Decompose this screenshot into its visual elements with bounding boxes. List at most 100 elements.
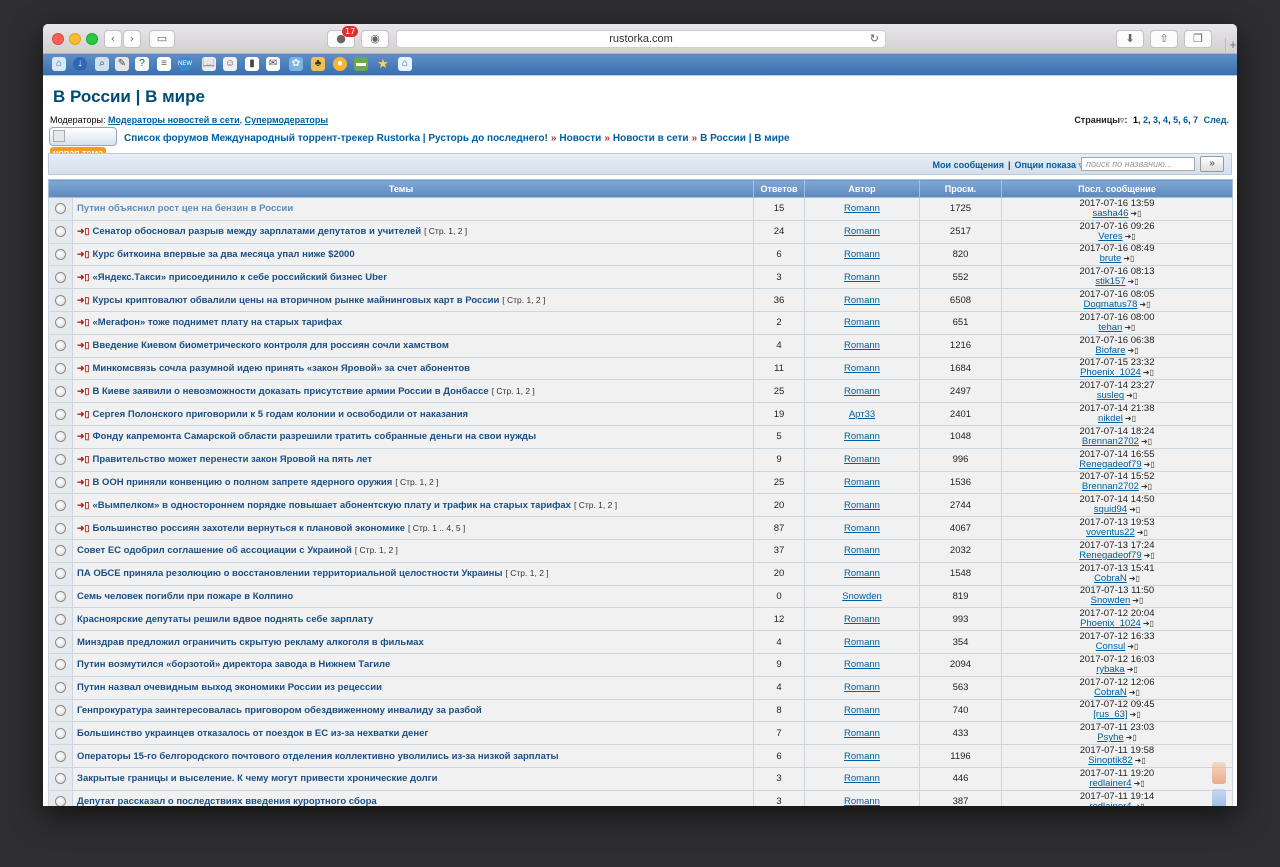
last-post-user-link[interactable]: Sinoptik82 [1088, 755, 1132, 766]
header-views[interactable]: Просм. [919, 179, 1002, 198]
new-post-arrow-icon[interactable]: ➜▯ [77, 386, 90, 396]
author-link[interactable]: Romann [844, 705, 880, 716]
author-link[interactable]: Romann [844, 568, 880, 579]
goto-last-icon[interactable]: ➜▯ [1139, 300, 1150, 309]
page-2[interactable]: 2 [1143, 115, 1148, 125]
last-post-user-link[interactable]: nikdel [1098, 413, 1123, 424]
goto-last-icon[interactable]: ➜▯ [1144, 460, 1155, 469]
breadcrumb-current[interactable]: В России | В мире [700, 133, 789, 144]
author-link[interactable]: Romann [844, 431, 880, 442]
author-link[interactable]: Romann [844, 272, 880, 283]
topic-title-link[interactable]: Большинство украинцев отказалось от поез… [77, 728, 428, 739]
topic-title-link[interactable]: В ООН приняли конвенцию о полном запрете… [93, 477, 393, 488]
pages-dropdown-icon[interactable]: ▿ [1120, 115, 1125, 125]
monitor-icon[interactable]: ▬ [354, 57, 368, 71]
author-link[interactable]: Romann [844, 340, 880, 351]
star-icon[interactable]: ★ [376, 57, 390, 71]
page-5[interactable]: 5 [1173, 115, 1178, 125]
home-icon[interactable]: ⌂ [52, 57, 66, 71]
page-3[interactable]: 3 [1153, 115, 1158, 125]
address-bar[interactable]: rustorka.com ↻ [396, 30, 886, 48]
goto-last-icon[interactable]: ➜▯ [1123, 254, 1134, 263]
topic-title-link[interactable]: В Киеве заявили о невозможности доказать… [93, 386, 489, 397]
scroll-up-icon[interactable] [1212, 762, 1226, 784]
new-tab-icon[interactable]: + [1225, 38, 1237, 52]
goto-last-icon[interactable]: ➜▯ [1143, 368, 1154, 377]
author-link[interactable]: Snowden [842, 591, 882, 602]
my-posts-link[interactable]: Мои сообщения [933, 160, 1004, 170]
topic-pages[interactable]: [ Стр. 1, 2 ] [502, 295, 545, 305]
author-link[interactable]: Romann [844, 682, 880, 693]
group-icon[interactable]: ✿ [289, 57, 303, 71]
last-post-user-link[interactable]: rybaka [1096, 664, 1125, 675]
last-post-user-link[interactable]: Renegadeof79 [1079, 550, 1141, 561]
last-post-user-link[interactable]: Biofare [1095, 345, 1125, 356]
adblock-icon[interactable]: ● 17 [327, 26, 359, 48]
goto-last-icon[interactable]: ➜▯ [1126, 733, 1137, 742]
topic-title-link[interactable]: Большинство россиян захотели вернуться к… [93, 523, 406, 534]
author-link[interactable]: Romann [844, 500, 880, 511]
goto-last-icon[interactable]: ➜▯ [1130, 710, 1141, 719]
last-post-user-link[interactable]: [rus_63] [1093, 709, 1127, 720]
topic-title-link[interactable]: Правительство может перенести закон Яров… [93, 454, 372, 465]
author-link[interactable]: Romann [844, 203, 880, 214]
last-post-user-link[interactable]: Renegadeof79 [1079, 459, 1141, 470]
last-post-user-link[interactable]: Brennan2702 [1082, 481, 1139, 492]
last-post-user-link[interactable]: Phoenix_1024 [1080, 618, 1141, 629]
goto-last-icon[interactable]: ➜▯ [1141, 482, 1152, 491]
header-replies[interactable]: Ответов [753, 179, 805, 198]
topic-pages[interactable]: [ Стр. 1, 2 ] [424, 226, 467, 236]
new-post-arrow-icon[interactable]: ➜▯ [77, 340, 90, 350]
new-post-arrow-icon[interactable]: ➜▯ [77, 523, 90, 533]
new-post-arrow-icon[interactable]: ➜▯ [77, 454, 90, 464]
goto-last-icon[interactable]: ➜▯ [1135, 756, 1146, 765]
topic-title-link[interactable]: Путин объяснил рост цен на бензин в Росс… [77, 203, 293, 214]
goto-last-icon[interactable]: ➜▯ [1125, 232, 1136, 241]
goto-last-icon[interactable]: ➜▯ [1144, 551, 1155, 560]
last-post-user-link[interactable]: CobraN [1094, 687, 1127, 698]
last-post-user-link[interactable]: Dogmatus78 [1084, 299, 1138, 310]
author-link[interactable]: Romann [844, 363, 880, 374]
header-last-post[interactable]: Посл. сообщение [1001, 179, 1233, 198]
last-post-user-link[interactable]: tehan [1099, 322, 1123, 333]
topic-title-link[interactable]: «Мегафон» тоже поднимет плату на старых … [93, 317, 343, 328]
book-icon[interactable]: 📖 [202, 57, 216, 71]
last-post-user-link[interactable]: Veres [1098, 231, 1122, 242]
author-link[interactable]: Romann [844, 796, 880, 806]
goto-last-icon[interactable]: ➜▯ [1141, 437, 1152, 446]
topic-pages[interactable]: [ Стр. 1, 2 ] [574, 500, 617, 510]
next-page-link[interactable]: След. [1204, 115, 1229, 125]
author-link[interactable]: Romann [844, 477, 880, 488]
document-icon[interactable]: ≡ [157, 57, 171, 71]
header-author[interactable]: Автор [804, 179, 920, 198]
new-post-arrow-icon[interactable]: ➜▯ [77, 431, 90, 441]
new-post-arrow-icon[interactable]: ➜▯ [77, 409, 90, 419]
topic-pages[interactable]: [ Стр. 1 .. 4, 5 ] [408, 523, 465, 533]
new-post-arrow-icon[interactable]: ➜▯ [77, 477, 90, 487]
author-link[interactable]: Romann [844, 249, 880, 260]
new-topic-button[interactable]: новая тема [49, 127, 117, 160]
goto-last-icon[interactable]: ➜▯ [1129, 574, 1140, 583]
last-post-user-link[interactable]: sasha46 [1092, 208, 1128, 219]
author-link[interactable]: Romann [844, 637, 880, 648]
goto-last-icon[interactable]: ➜▯ [1129, 688, 1140, 697]
last-post-user-link[interactable]: stik157 [1095, 276, 1125, 287]
last-post-user-link[interactable]: voventus22 [1086, 527, 1135, 538]
last-post-user-link[interactable]: Snowden [1091, 595, 1131, 606]
user-icon[interactable]: ☺ [223, 57, 237, 71]
scroll-down-icon[interactable] [1212, 789, 1226, 806]
page-6[interactable]: 6 [1183, 115, 1188, 125]
breadcrumb-news[interactable]: Новости [559, 133, 601, 144]
topic-pages[interactable]: [ Стр. 1, 2 ] [492, 386, 535, 396]
goto-last-icon[interactable]: ➜▯ [1143, 619, 1154, 628]
goto-last-icon[interactable]: ➜▯ [1127, 642, 1138, 651]
goto-last-icon[interactable]: ➜▯ [1132, 596, 1143, 605]
goto-last-icon[interactable]: ➜▯ [1126, 391, 1137, 400]
goto-last-icon[interactable]: ➜▯ [1129, 505, 1140, 514]
new-post-arrow-icon[interactable]: ➜▯ [77, 226, 90, 236]
author-link[interactable]: Арт33 [849, 409, 875, 420]
new-post-arrow-icon[interactable]: ➜▯ [77, 272, 90, 282]
goto-last-icon[interactable]: ➜▯ [1130, 209, 1141, 218]
author-link[interactable]: Romann [844, 317, 880, 328]
author-link[interactable]: Romann [844, 614, 880, 625]
